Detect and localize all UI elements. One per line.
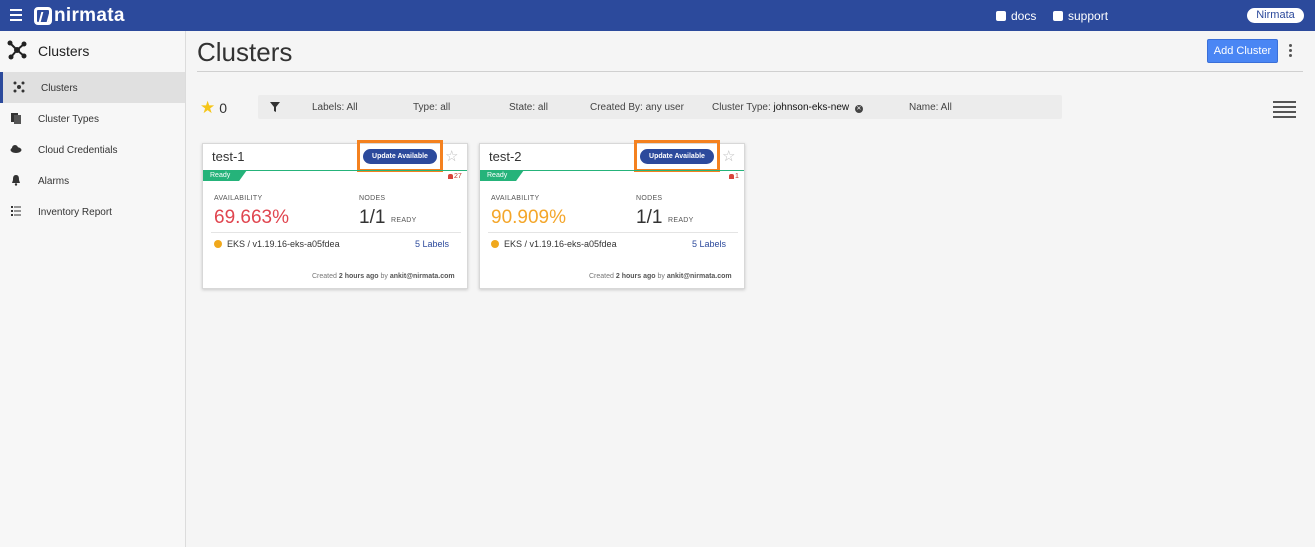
cluster-name[interactable]: test-2 [489, 149, 522, 164]
docs-link[interactable]: docs [996, 9, 1036, 23]
filter-icon[interactable] [270, 102, 280, 112]
created-time: 2 hours ago [338, 273, 379, 280]
created-prefix: Created [312, 273, 337, 280]
support-label: support [1068, 9, 1109, 23]
page-title: Clusters [197, 37, 293, 67]
alarm-count[interactable]: 27 [448, 173, 462, 180]
nirmata-logo[interactable]: nirmata [34, 5, 125, 27]
hamburger-menu-icon[interactable] [10, 9, 22, 21]
alarm-count[interactable]: 1 [729, 173, 739, 180]
alarm-count-value: 27 [454, 173, 462, 180]
user-menu-button[interactable]: Nirmata [1247, 8, 1304, 23]
created-prefix: Created [589, 273, 614, 280]
update-available-button[interactable]: Update Available [363, 149, 437, 164]
list-view-icon[interactable] [1273, 101, 1296, 118]
nodes-label: NODES [359, 195, 386, 202]
status-badge: Ready [203, 170, 247, 181]
brand-name: nirmata [54, 5, 125, 26]
created-by-word: by [657, 273, 665, 280]
eks-icon [214, 240, 222, 248]
cluster-version-text: EKS / v1.19.16-eks-a05fdea [504, 239, 617, 249]
filter-cluster-type-label: Cluster Type: [712, 102, 771, 113]
update-available-button[interactable]: Update Available [640, 149, 714, 164]
bell-icon [12, 175, 20, 186]
bell-icon [729, 174, 734, 179]
filter-name[interactable]: Name: All [909, 102, 952, 113]
sidebar-item-label: Cloud Credentials [38, 145, 118, 156]
created-by-word: by [380, 273, 388, 280]
created-by: ankit@nirmata.com [666, 273, 732, 280]
nodes-state: READY [391, 217, 417, 224]
sidebar-item-clusters[interactable]: Clusters [0, 72, 185, 103]
availability-value: 90.909% [491, 207, 567, 228]
cluster-version-text: EKS / v1.19.16-eks-a05fdea [227, 239, 340, 249]
filter-cluster-type[interactable]: Cluster Type: johnson-eks-new ✕ [712, 102, 863, 113]
list-icon [11, 206, 21, 216]
labels-link[interactable]: 5 Labels [415, 239, 449, 249]
availability-label: AVAILABILITY [491, 195, 540, 202]
sidebar-item-label: Clusters [41, 83, 78, 94]
cluster-version: EKS / v1.19.16-eks-a05fdea [214, 239, 340, 249]
created-info: Created 2 hours ago by ankit@nirmata.com [589, 273, 732, 280]
nirmata-logo-icon [34, 7, 52, 25]
sidebar: Clusters Clusters Cluster Types Cloud Cr… [0, 31, 186, 547]
created-by: ankit@nirmata.com [389, 273, 455, 280]
filter-state[interactable]: State: all [509, 102, 548, 113]
cloud-icon [10, 145, 22, 153]
filter-cluster-type-value: johnson-eks-new [773, 102, 850, 113]
card-divider [211, 232, 461, 233]
more-options-icon[interactable] [1287, 44, 1293, 58]
top-bar: nirmata docs support Nirmata [0, 0, 1315, 31]
alarm-count-value: 1 [735, 173, 739, 180]
sidebar-item-label: Alarms [38, 176, 70, 187]
book-icon [996, 11, 1006, 21]
filter-bar: Labels: All Type: all State: all Created… [258, 95, 1062, 119]
sidebar-title: Clusters [38, 43, 90, 59]
status-badge: Ready [480, 170, 524, 181]
filter-labels[interactable]: Labels: All [312, 102, 358, 113]
star-outline-icon[interactable]: ☆ [445, 147, 458, 165]
cluster-types-icon [11, 113, 21, 124]
created-info: Created 2 hours ago by ankit@nirmata.com [312, 273, 455, 280]
created-time: 2 hours ago [615, 273, 656, 280]
support-link[interactable]: support [1053, 9, 1108, 23]
phone-icon [1053, 11, 1063, 21]
star-outline-icon[interactable]: ☆ [722, 147, 735, 165]
docs-label: docs [1011, 9, 1037, 23]
labels-link[interactable]: 5 Labels [692, 239, 726, 249]
eks-icon [491, 240, 499, 248]
cluster-name[interactable]: test-1 [212, 149, 245, 164]
cluster-version: EKS / v1.19.16-eks-a05fdea [491, 239, 617, 249]
availability-value: 69.663% [214, 207, 290, 228]
cluster-card[interactable]: test-2 Update Available ☆ Ready 1 AVAILA… [479, 140, 745, 289]
clusters-icon [13, 81, 25, 93]
filter-created-by[interactable]: Created By: any user [590, 102, 684, 113]
favorites-count: 0 [219, 99, 228, 116]
nodes-value: 1/1 [636, 207, 663, 228]
clear-filter-icon[interactable]: ✕ [854, 105, 863, 113]
sidebar-item-alarms[interactable]: Alarms [0, 165, 185, 196]
availability-label: AVAILABILITY [214, 195, 263, 202]
clusters-icon [7, 40, 27, 60]
sidebar-item-label: Cluster Types [38, 114, 99, 125]
star-filled-icon: ★ [200, 98, 216, 117]
cluster-card[interactable]: test-1 Update Available ☆ Ready 27 AVAIL… [202, 140, 468, 289]
sidebar-item-cluster-types[interactable]: Cluster Types [0, 103, 185, 134]
sidebar-item-cloud-credentials[interactable]: Cloud Credentials [0, 134, 185, 165]
nodes-state: READY [668, 217, 694, 224]
card-divider [488, 232, 738, 233]
add-cluster-button[interactable]: Add Cluster [1207, 39, 1278, 63]
bell-icon [448, 174, 453, 179]
filter-type[interactable]: Type: all [413, 102, 450, 113]
sidebar-header: Clusters [0, 31, 185, 71]
sidebar-item-inventory-report[interactable]: Inventory Report [0, 196, 185, 227]
nodes-label: NODES [636, 195, 663, 202]
favorites-filter[interactable]: ★ 0 [200, 99, 227, 116]
title-divider [197, 71, 1303, 72]
sidebar-item-label: Inventory Report [38, 207, 112, 218]
nodes-value: 1/1 [359, 207, 386, 228]
